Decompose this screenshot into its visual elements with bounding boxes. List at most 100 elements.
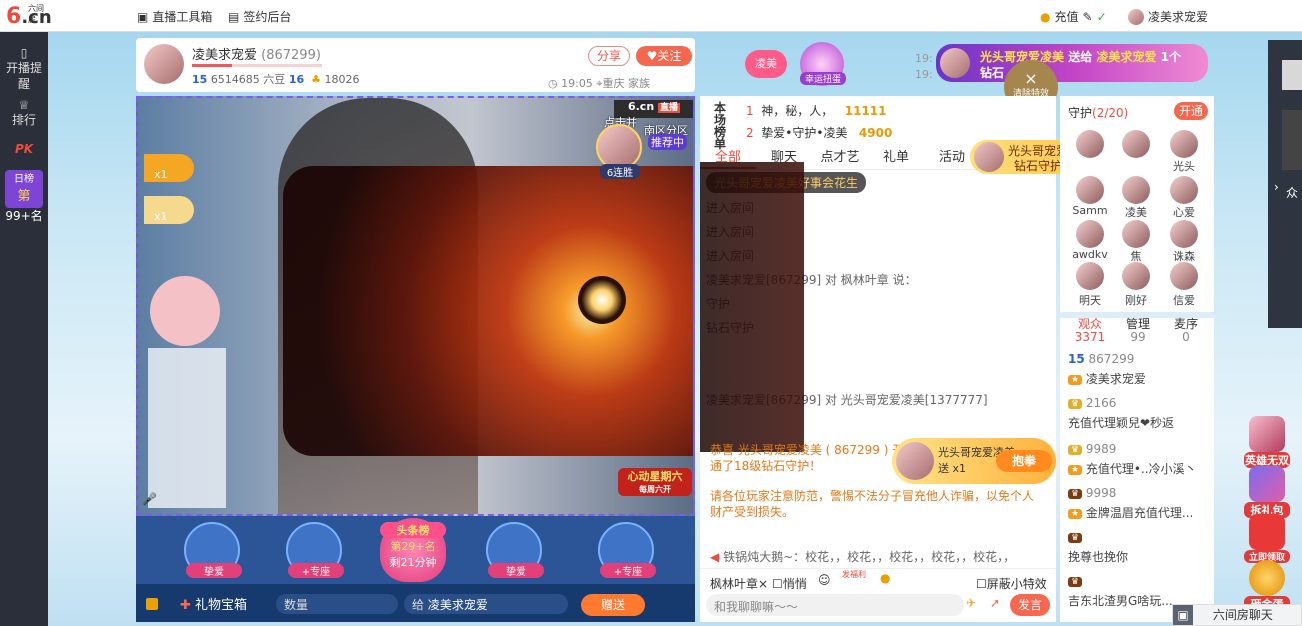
- lucky-egg-label: 幸运扭蛋: [800, 72, 846, 85]
- block-effects-checkbox[interactable]: ☐屏蔽小特效: [976, 575, 1047, 592]
- tab-admin[interactable]: 管理 99: [1118, 318, 1158, 344]
- audience-row[interactable]: ★ 充值代理•..冷小溪丶: [1068, 460, 1208, 477]
- emoji-icon[interactable]: ☺: [818, 573, 831, 587]
- level-badge: ★: [1068, 374, 1083, 385]
- fire-effect: [283, 166, 693, 456]
- audience-row[interactable]: ♛ 2166: [1068, 396, 1208, 410]
- audience-row[interactable]: 15 867299: [1068, 352, 1208, 366]
- gift-pack-icon: [1249, 466, 1285, 502]
- seat-2[interactable]: +专座: [286, 522, 344, 578]
- audience-row[interactable]: ♛ 9989: [1068, 442, 1208, 456]
- video-toy: [150, 276, 220, 346]
- hero-event-button[interactable]: 英雄无双: [1244, 416, 1290, 468]
- left-sidebar: ▯ 开播提醒 ♕ 排行 PK 日榜 第 99+名: [0, 32, 48, 626]
- site-logo[interactable]: 6.cn 六间房: [6, 4, 52, 29]
- anchor-avatar[interactable]: [144, 44, 184, 84]
- chat-target[interactable]: 枫林叶章×: [710, 575, 768, 592]
- whisper-checkbox[interactable]: ☐悄悄: [772, 575, 807, 592]
- week6-badge[interactable]: 心动星期六 每周六开: [618, 468, 692, 496]
- audience-row[interactable]: 挽尊也挽你: [1068, 548, 1208, 565]
- guard-avatar[interactable]: [1122, 262, 1150, 290]
- toolbox-link[interactable]: ▣ 直播工具箱: [137, 8, 212, 25]
- tab-viewers[interactable]: 观众 3371: [1070, 318, 1110, 344]
- rank-button[interactable]: 排行: [0, 112, 48, 128]
- crown-icon: ♛: [1068, 398, 1083, 409]
- gift-rocket-icon[interactable]: ✈: [966, 596, 976, 610]
- start-remind-button[interactable]: 开播提醒: [4, 60, 44, 92]
- six-chat-bar[interactable]: ▣ 六间房聊天: [1172, 604, 1302, 626]
- heart-banner: 凌美: [745, 50, 787, 78]
- hug-button[interactable]: 抱拳: [996, 450, 1052, 472]
- right-drawer[interactable]: › 众: [1268, 40, 1302, 328]
- crown-icon: ♛: [1068, 444, 1083, 455]
- claim-button[interactable]: 立即领取: [1244, 514, 1290, 563]
- tab-talent[interactable]: 点才艺: [812, 148, 868, 169]
- top-bar: 6.cn 六间房 ▣ 直播工具箱 ▤ 签约后台 ● 充值 ✎ ✓ 凌美求宠爱: [0, 0, 1302, 32]
- gift-broadcast-banner[interactable]: 光头哥宠爱凌美 送给 凌美求宠爱 1个 钻石: [936, 44, 1208, 82]
- gift-treasure-button[interactable]: ✚ 礼物宝箱: [180, 594, 247, 613]
- audience-row[interactable]: ★ 凌美求宠爱: [1068, 370, 1208, 387]
- pk-button[interactable]: PK: [0, 142, 48, 156]
- send-chat-button[interactable]: 发言: [1010, 594, 1050, 616]
- seat-4[interactable]: +专座: [598, 522, 656, 578]
- close-icon: ×: [1024, 69, 1038, 88]
- headline-badge[interactable]: 头条榜 第29+名 剩21分钟: [380, 518, 446, 582]
- tab-mic-order[interactable]: 麦序 0: [1166, 318, 1206, 344]
- guard-avatar[interactable]: [1122, 130, 1150, 158]
- gold-egg-icon: [1249, 560, 1285, 596]
- ranking-row-2[interactable]: 2 挚爱•守护•凌美 4900: [746, 124, 892, 141]
- guard-avatar[interactable]: [1170, 176, 1198, 204]
- red-packet-icon: [1249, 514, 1285, 550]
- system-notice: 恭喜 光头哥宠爱凌美 ( 867299 ) 开通了18级钻石守护！: [710, 443, 905, 473]
- guard-avatar[interactable]: [1170, 220, 1198, 248]
- audience-row[interactable]: ★ 金牌温眉充值代理...: [1068, 504, 1208, 521]
- guard-avatar[interactable]: [1076, 130, 1104, 158]
- recipient-select[interactable]: 给 凌美求宠爱: [404, 594, 568, 614]
- follow-button[interactable]: ♥关注: [636, 46, 692, 66]
- audience-row[interactable]: 充值代理颖兒❤秒返: [1068, 414, 1208, 431]
- recharge-link[interactable]: ● 充值 ✎ ✓: [1040, 8, 1107, 25]
- toolbox-icon: ▣: [137, 9, 149, 24]
- share-button[interactable]: 分享: [588, 46, 630, 66]
- seat-3[interactable]: 挚爱: [486, 522, 544, 578]
- audience-row[interactable]: ♛: [1068, 574, 1208, 588]
- tab-gift-list[interactable]: 礼单: [868, 148, 924, 169]
- video-badge-2[interactable]: x1: [144, 196, 194, 224]
- level-badge: ♛: [1068, 488, 1083, 499]
- guard-avatar[interactable]: [1076, 220, 1104, 248]
- coin-icon[interactable]: ●: [880, 571, 890, 585]
- hug-banner[interactable]: 光头哥宠爱凌美 送 x1 抱拳: [892, 438, 1056, 484]
- video-player[interactable]: 6.cn 直播 南区分区 推荐中 点击并 6连胜 x1 x1 心动星期六 每周六开…: [136, 96, 695, 516]
- guard-avatar[interactable]: [1076, 176, 1104, 204]
- video-badge-1[interactable]: x1: [144, 154, 194, 182]
- gift-bar: ✚ 礼物宝箱 数量 给 凌美求宠爱 赠送: [136, 584, 695, 622]
- guard-avatar[interactable]: [1122, 176, 1150, 204]
- guard-avatar[interactable]: [1170, 262, 1198, 290]
- phone-icon: ▯: [20, 46, 28, 60]
- gift-box-icon: [146, 598, 158, 610]
- chat-panel: 本场榜单 1 神，秘，人， 11111 2 挚爱•守护•凌美 4900 全部 聊…: [700, 96, 1056, 622]
- mic-icon[interactable]: 🎤: [142, 492, 157, 506]
- audience-row[interactable]: ♛ 9998: [1068, 486, 1208, 500]
- level-badge: ★: [1068, 464, 1083, 475]
- win-streak-tag: 6连胜: [600, 164, 640, 179]
- user-menu[interactable]: 凌美求宠爱: [1128, 8, 1208, 25]
- seat-1[interactable]: 挚爱: [184, 522, 242, 578]
- right-panel: 守护(2/20) 开通 光头 Samm 凌美 心爱 awdkv 焦 诛森 明天 …: [1060, 96, 1214, 622]
- rocket-icon[interactable]: ➚: [990, 596, 1000, 610]
- recommend-tag: 推荐中: [648, 134, 687, 150]
- open-guard-button[interactable]: 开通: [1174, 102, 1208, 120]
- red-packet-button[interactable]: 发福利: [842, 569, 866, 580]
- heart-icon: ♥: [646, 49, 658, 63]
- quantity-select[interactable]: 数量: [276, 594, 398, 614]
- daily-list-badge[interactable]: 日榜 第: [5, 170, 43, 208]
- contract-link[interactable]: ▤ 签约后台: [228, 8, 291, 25]
- audience-row[interactable]: ♛: [1068, 530, 1208, 544]
- guard-avatar[interactable]: [1122, 220, 1150, 248]
- ranking-row-1[interactable]: 1 神，秘，人， 11111: [746, 102, 887, 119]
- gift-pack-button[interactable]: 拆礼包: [1244, 466, 1290, 518]
- chat-input[interactable]: 和我聊聊嘛～～: [706, 594, 964, 616]
- send-gift-button[interactable]: 赠送: [581, 594, 645, 616]
- guard-avatar[interactable]: [1170, 130, 1198, 158]
- guard-avatar[interactable]: [1076, 262, 1104, 290]
